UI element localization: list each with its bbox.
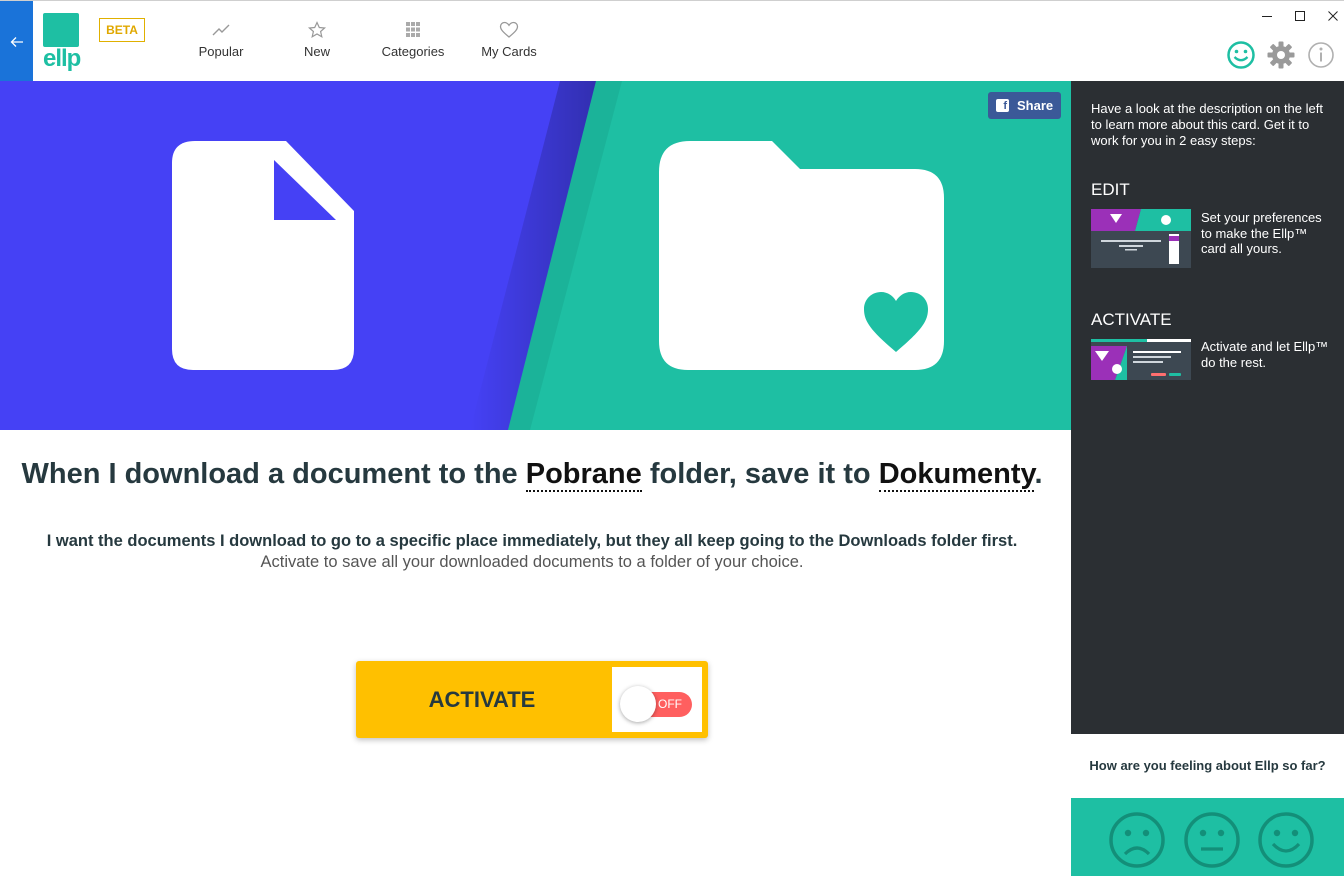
sidebar-intro: Have a look at the description on the le… — [1091, 101, 1323, 148]
star-icon — [307, 21, 327, 39]
card-problem-text: I want the documents I download to go to… — [46, 532, 1018, 550]
logo-mark — [43, 13, 79, 47]
minimize-button[interactable] — [1257, 7, 1277, 25]
toggle-state: OFF — [658, 697, 682, 711]
folder-heart-icon — [659, 141, 944, 370]
beta-badge: BETA — [99, 18, 145, 42]
feedback-question: How are you feeling about Ellp so far? — [1089, 758, 1326, 773]
feedback-options — [1071, 798, 1344, 876]
hero-illustration — [0, 81, 1071, 430]
ellp-logo[interactable]: ellp — [43, 13, 81, 73]
source-folder-variable[interactable]: Pobrane — [525, 458, 642, 492]
card-hero — [0, 81, 1071, 430]
headline-text: When I download a document to the — [21, 458, 526, 490]
gear-icon — [1267, 41, 1295, 69]
headline-text: folder, save it to — [641, 458, 879, 490]
back-button[interactable] — [0, 1, 33, 82]
feedback-smile-button[interactable] — [1226, 40, 1256, 70]
nav-label: My Cards — [481, 44, 537, 59]
nav-my-cards[interactable]: My Cards — [461, 21, 557, 59]
headline-text: . — [1034, 458, 1043, 490]
info-icon — [1308, 42, 1334, 68]
step-activate-text: Activate and let Ellp™ do the rest. — [1201, 339, 1329, 370]
facebook-share-button[interactable]: f Share — [988, 92, 1061, 119]
step-edit-title: EDIT — [1091, 180, 1130, 199]
nav-new[interactable]: New — [269, 21, 365, 59]
neutral-face-icon[interactable] — [1183, 811, 1241, 869]
sad-face-icon[interactable] — [1108, 811, 1166, 869]
feedback-panel: How are you feeling about Ellp so far? — [1071, 734, 1344, 876]
top-bar: ellp BETA Popular New Categories My Card… — [0, 0, 1344, 82]
happy-face-icon[interactable] — [1257, 811, 1315, 869]
close-button[interactable] — [1323, 7, 1343, 25]
nav-label: New — [303, 44, 330, 59]
maximize-icon — [1295, 11, 1305, 21]
facebook-icon: f — [996, 99, 1009, 112]
activate-label: ACTIVATE — [428, 686, 536, 712]
toggle-knob[interactable] — [620, 686, 656, 722]
close-icon — [1328, 11, 1338, 21]
activate-step-thumbnail — [1091, 339, 1191, 380]
card-headline: When I download a document to the Pobran… — [0, 458, 1064, 492]
edit-step-thumbnail — [1091, 209, 1191, 268]
step-activate-title: ACTIVATE — [1091, 310, 1172, 329]
activate-toggle[interactable]: OFF — [612, 667, 702, 732]
step-edit-text: Set your preferences to make the Ellp™ c… — [1201, 210, 1322, 256]
share-label: Share — [1017, 98, 1054, 113]
activate-button[interactable]: ACTIVATE OFF — [356, 661, 708, 738]
trending-icon — [212, 24, 230, 36]
maximize-button[interactable] — [1290, 7, 1310, 25]
grid-icon — [406, 22, 420, 37]
target-folder-variable[interactable]: Dokumenty — [878, 458, 1035, 492]
nav-label: Categories — [381, 44, 445, 59]
arrow-left-icon — [10, 36, 23, 47]
smile-icon — [1227, 41, 1255, 69]
settings-button[interactable] — [1266, 40, 1296, 70]
nav-categories[interactable]: Categories — [365, 21, 461, 59]
minimize-icon — [1262, 16, 1272, 17]
nav-label: Popular — [198, 44, 244, 59]
card-description: Activate to save all your downloaded doc… — [260, 553, 804, 571]
nav-popular[interactable]: Popular — [173, 21, 269, 59]
info-button[interactable] — [1306, 40, 1336, 70]
app-window: ellp BETA Popular New Categories My Card… — [0, 0, 1344, 876]
logo-text: ellp — [43, 45, 81, 72]
heart-icon — [499, 21, 519, 38]
